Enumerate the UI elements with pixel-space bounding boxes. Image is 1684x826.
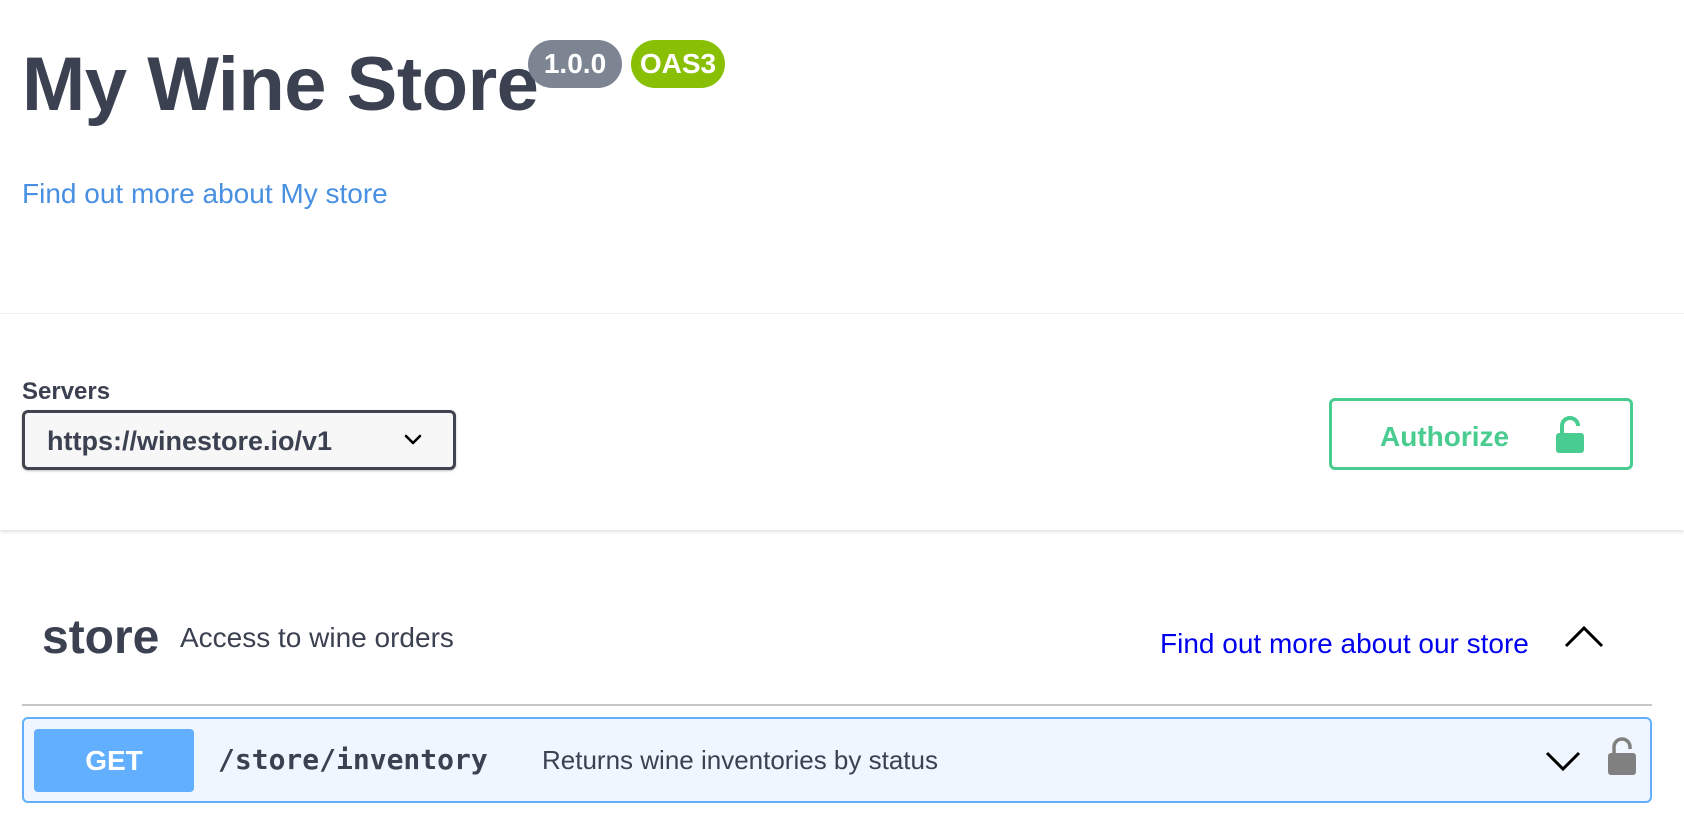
oas-badge: OAS3 <box>631 40 725 88</box>
operation-summary: Returns wine inventories by status <box>542 745 938 775</box>
chevron-up-icon[interactable] <box>1562 622 1606 650</box>
chevron-down-icon <box>404 434 422 445</box>
authorize-label: Authorize <box>1380 421 1510 452</box>
http-method-badge: GET <box>34 729 194 792</box>
tag-description: Access to wine orders <box>180 622 454 653</box>
tag-external-docs-link[interactable]: Find out more about our store <box>1160 628 1529 660</box>
unlocked-icon <box>1556 416 1584 453</box>
server-select-value: https://winestore.io/v1 <box>47 426 333 456</box>
scheme-container: Servers https://winestore.io/v1 Authoriz… <box>0 314 1684 530</box>
tag-name: store <box>42 611 160 664</box>
operation-get-store-inventory[interactable]: GET /store/inventory Returns wine invent… <box>22 717 1652 803</box>
chevron-down-icon[interactable] <box>1544 749 1582 773</box>
version-badge: 1.0.0 <box>528 40 622 88</box>
server-select[interactable]: https://winestore.io/v1 <box>22 410 456 470</box>
authorize-button[interactable]: Authorize <box>1329 398 1633 470</box>
api-title: My Wine Store <box>22 42 539 127</box>
external-docs-link[interactable]: Find out more about My store <box>22 178 388 210</box>
tag-header[interactable]: store Access to wine orders Find out mor… <box>22 580 1652 706</box>
info-section: My Wine Store 1.0.0 OAS3 Find out more a… <box>22 0 1662 314</box>
servers-label: Servers <box>22 378 111 405</box>
lock-icon[interactable] <box>1608 737 1636 775</box>
operation-path: /store/inventory <box>218 743 488 776</box>
